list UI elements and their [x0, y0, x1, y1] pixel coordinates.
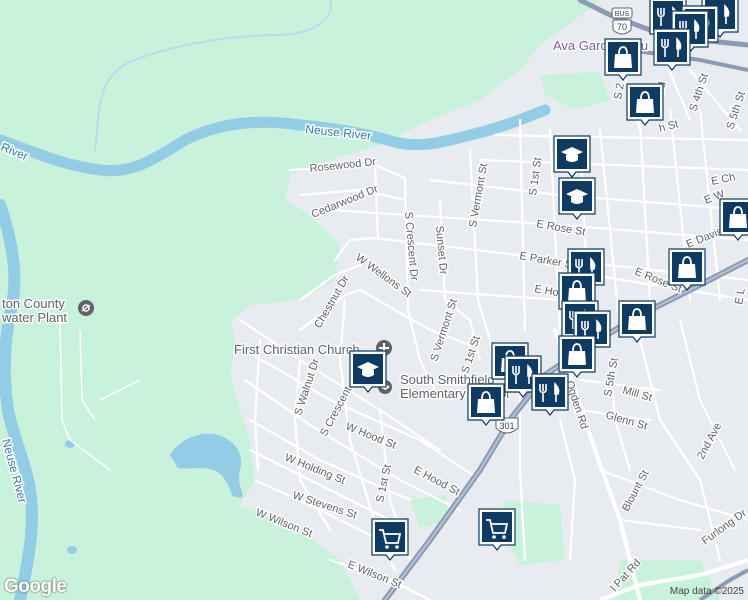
shield-301-label: 301: [499, 421, 514, 431]
plant-label-2: water Plant: [1, 310, 67, 325]
shopping-pin[interactable]: [626, 83, 664, 126]
school-pin[interactable]: [558, 177, 596, 220]
shopping-pin[interactable]: [467, 383, 505, 426]
shopping-pin[interactable]: [668, 248, 706, 291]
shield-70-label: 70: [617, 22, 627, 32]
shopping-pin[interactable]: [618, 300, 656, 343]
shopping-pin[interactable]: [558, 335, 596, 378]
small-pond-2: [67, 546, 77, 554]
small-pond: [65, 440, 75, 448]
shield-bus: BUS: [611, 7, 633, 19]
shopping-pin[interactable]: [719, 198, 748, 241]
shopping-pin[interactable]: [604, 38, 642, 81]
restaurant-pin[interactable]: [653, 28, 691, 71]
shield-bus-label: BUS: [615, 11, 630, 18]
grocery-pin[interactable]: [478, 508, 516, 551]
map-canvas[interactable]: BUS 70 301 Neuse River River Neuse River…: [0, 0, 748, 600]
school-pin[interactable]: [553, 135, 591, 178]
plant-label-1: ton County: [2, 296, 65, 311]
school-pin[interactable]: [349, 350, 387, 393]
map-attribution[interactable]: Map data ©2025: [670, 586, 744, 597]
google-logo[interactable]: Google: [4, 576, 67, 598]
shield-70: 70: [612, 19, 632, 35]
restaurant-pin[interactable]: [531, 373, 569, 416]
church-label: First Christian Church: [234, 342, 360, 357]
grocery-pin[interactable]: [371, 518, 409, 561]
